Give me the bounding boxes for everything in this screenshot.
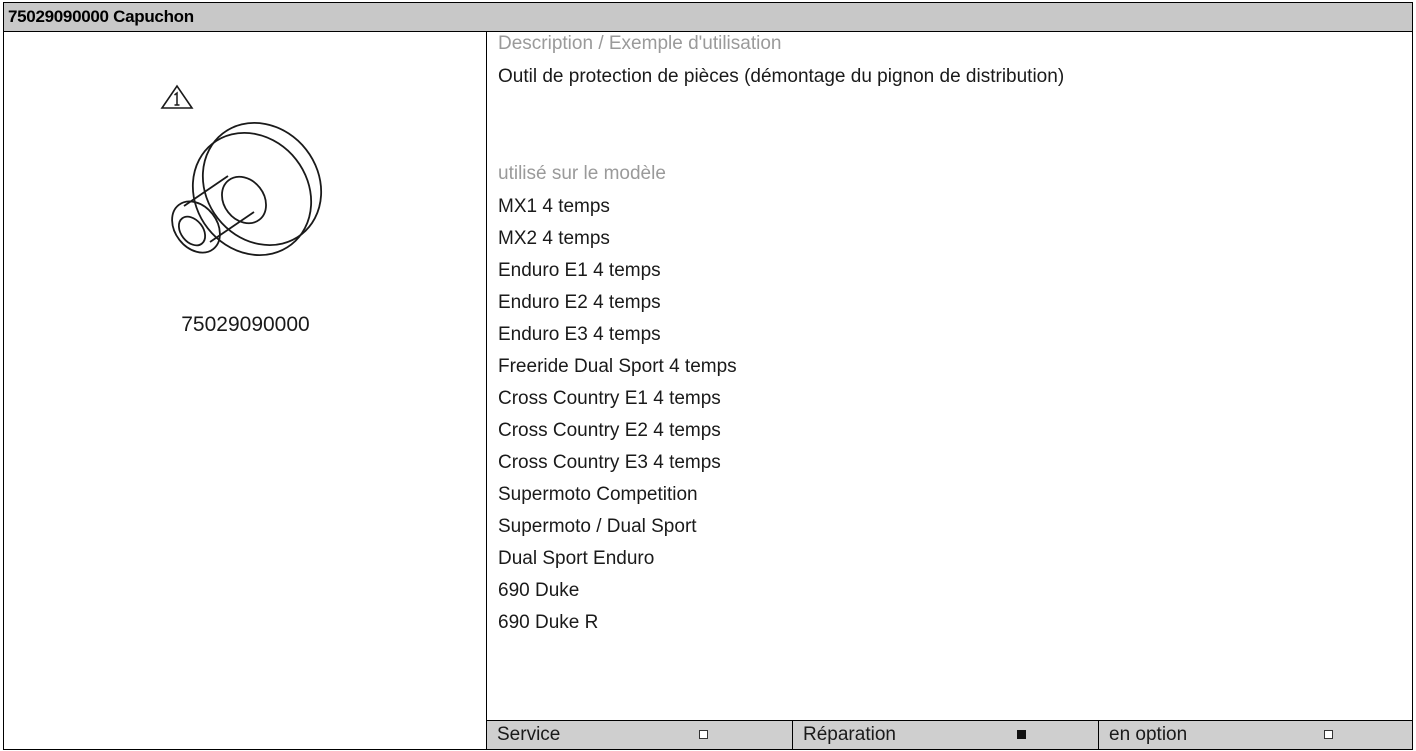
repair-checkbox[interactable] — [1017, 730, 1026, 739]
warning-triangle-icon — [160, 84, 194, 109]
model-item: Supermoto / Dual Sport — [498, 516, 697, 537]
model-item: Cross Country E3 4 temps — [498, 452, 721, 473]
model-item: Enduro E3 4 temps — [498, 324, 661, 345]
model-item: Cross Country E1 4 temps — [498, 388, 721, 409]
models-heading: utilisé sur le modèle — [498, 163, 666, 184]
model-item: MX1 4 temps — [498, 196, 610, 217]
service-cell: Service — [487, 721, 793, 749]
part-number: 75029090000 — [181, 313, 310, 336]
model-item: Supermoto Competition — [498, 484, 698, 505]
info-panel: Description / Exemple d'utilisation Outi… — [487, 32, 1412, 749]
option-cell: en option — [1099, 721, 1412, 749]
cap-tool-drawing — [171, 122, 323, 256]
option-checkbox[interactable] — [1324, 730, 1333, 739]
model-item: Dual Sport Enduro — [498, 548, 655, 569]
description-text: Outil de protection de pièces (démontage… — [498, 66, 1065, 87]
model-item: MX2 4 temps — [498, 228, 610, 249]
repair-label: Réparation — [803, 724, 896, 745]
description-heading: Description / Exemple d'utilisation — [498, 33, 782, 54]
model-item: Cross Country E2 4 temps — [498, 420, 721, 441]
repair-cell: Réparation — [793, 721, 1099, 749]
sheet-body: 75029090000 Description / Exemple d'util… — [4, 32, 1412, 749]
sheet-title: 75029090000 Capuchon — [4, 3, 1412, 32]
service-checkbox[interactable] — [699, 730, 708, 739]
model-item: Freeride Dual Sport 4 temps — [498, 356, 737, 377]
model-item: 690 Duke R — [498, 612, 599, 633]
model-item: Enduro E2 4 temps — [498, 292, 661, 313]
service-label: Service — [497, 724, 561, 745]
tool-sheet: 75029090000 Capuchon 75029090000 Descrip… — [3, 2, 1413, 750]
option-label: en option — [1109, 724, 1188, 745]
model-item: 690 Duke — [498, 580, 580, 601]
model-item: Enduro E1 4 temps — [498, 260, 661, 281]
usage-footer: Service Réparation en option — [487, 720, 1412, 749]
figure-panel: 75029090000 — [4, 32, 487, 749]
